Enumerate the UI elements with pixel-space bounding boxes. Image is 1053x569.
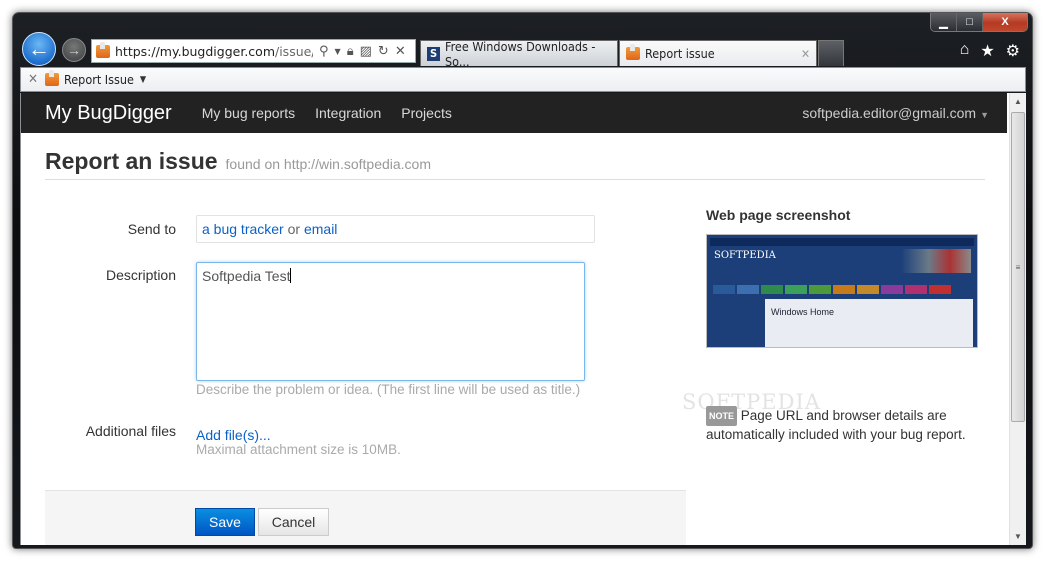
page-viewport: My BugDigger My bug reports Integration … bbox=[20, 93, 1026, 545]
scroll-up-arrow-icon[interactable]: ▲ bbox=[1010, 93, 1026, 110]
nav-integration[interactable]: Integration bbox=[315, 105, 381, 121]
or-text: or bbox=[287, 221, 301, 237]
screenshot-thumbnail[interactable]: SOFTPEDIA Windows Home bbox=[706, 234, 978, 348]
page-subtitle: found on http://win.softpedia.com bbox=[225, 156, 432, 172]
favorites-bar: ✕ Report Issue ▼ bbox=[20, 67, 1026, 92]
lock-icon[interactable]: 🔒︎ bbox=[347, 44, 354, 59]
back-button[interactable]: ← bbox=[22, 32, 56, 66]
account-menu[interactable]: softpedia.editor@gmail.com ▼ bbox=[802, 105, 989, 121]
arrow-left-icon: ← bbox=[28, 36, 50, 61]
maximize-button[interactable]: □ bbox=[957, 13, 983, 31]
send-to-field[interactable]: a bug tracker or email bbox=[196, 215, 595, 243]
account-email: softpedia.editor@gmail.com bbox=[802, 105, 977, 121]
thumb-banner-image bbox=[901, 249, 971, 273]
bugdigger-favicon bbox=[96, 41, 110, 58]
stop-icon[interactable]: ✕ bbox=[395, 44, 406, 59]
thumb-menu-item bbox=[737, 285, 759, 294]
thumb-menu-item bbox=[881, 285, 903, 294]
note-block: NOTE Page URL and browser details are au… bbox=[706, 406, 976, 444]
add-files-link[interactable]: Add file(s)... bbox=[196, 427, 271, 443]
save-button[interactable]: Save bbox=[195, 508, 255, 536]
nav-my-bug-reports[interactable]: My bug reports bbox=[202, 105, 295, 121]
thumb-menu-item bbox=[929, 285, 951, 294]
home-icon[interactable]: ⌂ bbox=[960, 41, 970, 61]
thumb-menu-item bbox=[857, 285, 879, 294]
form-actions: Save Cancel bbox=[45, 490, 686, 545]
arrow-right-icon: → bbox=[67, 42, 81, 58]
bugdigger-icon bbox=[626, 44, 640, 60]
site-brand[interactable]: My BugDigger bbox=[45, 102, 172, 125]
tab-strip: S Free Windows Downloads - So... Report … bbox=[420, 38, 844, 69]
thumb-menu-item bbox=[809, 285, 831, 294]
address-url[interactable]: https://my.bugdigger.com/issue/rep bbox=[115, 44, 313, 59]
url-host: https://my.bugdigger.com bbox=[115, 43, 275, 59]
tab-report-issue[interactable]: Report issue ✕ bbox=[619, 40, 817, 66]
chevron-down-icon[interactable]: ▼ bbox=[140, 75, 146, 85]
bugdigger-icon bbox=[45, 70, 59, 86]
text-cursor bbox=[290, 268, 292, 283]
thumb-menu-item bbox=[761, 285, 783, 294]
tab-softpedia[interactable]: S Free Windows Downloads - So... bbox=[420, 38, 618, 69]
new-tab-button[interactable] bbox=[818, 40, 844, 66]
address-bar[interactable]: https://my.bugdigger.com/issue/rep ⚲ ▼ 🔒… bbox=[91, 39, 416, 63]
scroll-down-arrow-icon[interactable]: ▼ bbox=[1010, 528, 1026, 545]
minimize-button[interactable]: ▁ bbox=[931, 13, 957, 31]
nav-projects[interactable]: Projects bbox=[401, 105, 452, 121]
close-window-button[interactable]: X bbox=[983, 13, 1027, 31]
note-badge: NOTE bbox=[706, 406, 738, 426]
cancel-button[interactable]: Cancel bbox=[258, 508, 329, 536]
thumb-header bbox=[710, 238, 974, 246]
bug-tracker-link[interactable]: a bug tracker bbox=[202, 221, 284, 237]
screenshot-title: Web page screenshot bbox=[706, 207, 851, 223]
window-controls: ▁ □ X bbox=[930, 13, 1028, 32]
tab-label: Free Windows Downloads - So... bbox=[445, 38, 596, 69]
description-label: Description bbox=[105, 267, 176, 283]
browser-window: ▁ □ X ← → https://my.bugdigger.com/issue… bbox=[12, 12, 1033, 549]
close-tab-icon[interactable]: ✕ bbox=[801, 47, 810, 61]
close-icon[interactable]: ✕ bbox=[21, 72, 45, 87]
caret-down-icon: ▼ bbox=[980, 110, 989, 120]
refresh-icon[interactable]: ↻ bbox=[378, 44, 389, 59]
compatibility-view-icon[interactable]: ▨ bbox=[360, 44, 372, 59]
favorites-item-report-issue[interactable]: Report Issue bbox=[64, 72, 134, 87]
email-link[interactable]: email bbox=[304, 221, 337, 237]
description-value: Softpedia Test bbox=[202, 268, 291, 284]
additional-files-label: Additional files bbox=[85, 423, 176, 439]
tab-label: Report issue bbox=[645, 46, 715, 61]
thumb-menu-item bbox=[833, 285, 855, 294]
send-to-label: Send to bbox=[127, 221, 176, 237]
vertical-scrollbar[interactable]: ▲ ≡ ▼ bbox=[1009, 93, 1026, 545]
site-navbar: My BugDigger My bug reports Integration … bbox=[21, 93, 1007, 133]
softpedia-icon: S bbox=[427, 46, 441, 61]
description-help: Describe the problem or idea. (The first… bbox=[196, 382, 581, 397]
thumb-heading: Windows Home bbox=[771, 307, 835, 317]
files-help: Maximal attachment size is 10MB. bbox=[196, 442, 401, 457]
thumb-menu bbox=[713, 285, 951, 294]
search-icon[interactable]: ⚲ bbox=[319, 44, 329, 59]
thumb-menu-item bbox=[785, 285, 807, 294]
description-textarea[interactable]: Softpedia Test bbox=[196, 262, 585, 381]
thumb-sidebar bbox=[713, 299, 761, 347]
note-text: Page URL and browser details are automat… bbox=[706, 408, 966, 442]
gear-icon[interactable]: ⚙ bbox=[1006, 41, 1020, 61]
forward-button[interactable]: → bbox=[62, 38, 86, 62]
dropdown-icon[interactable]: ▼ bbox=[335, 47, 341, 56]
thumb-menu-item bbox=[713, 285, 735, 294]
browser-tools: ⌂ ★ ⚙ bbox=[960, 41, 1020, 61]
thumb-menu-item bbox=[905, 285, 927, 294]
page-title: Report an issue bbox=[45, 148, 218, 174]
favorites-star-icon[interactable]: ★ bbox=[980, 41, 994, 61]
url-path: /issue/rep bbox=[275, 43, 313, 59]
thumb-body: Windows Home bbox=[765, 299, 973, 347]
page-header: Report an issue found on http://win.soft… bbox=[45, 148, 985, 180]
scroll-thumb[interactable]: ≡ bbox=[1011, 112, 1025, 422]
